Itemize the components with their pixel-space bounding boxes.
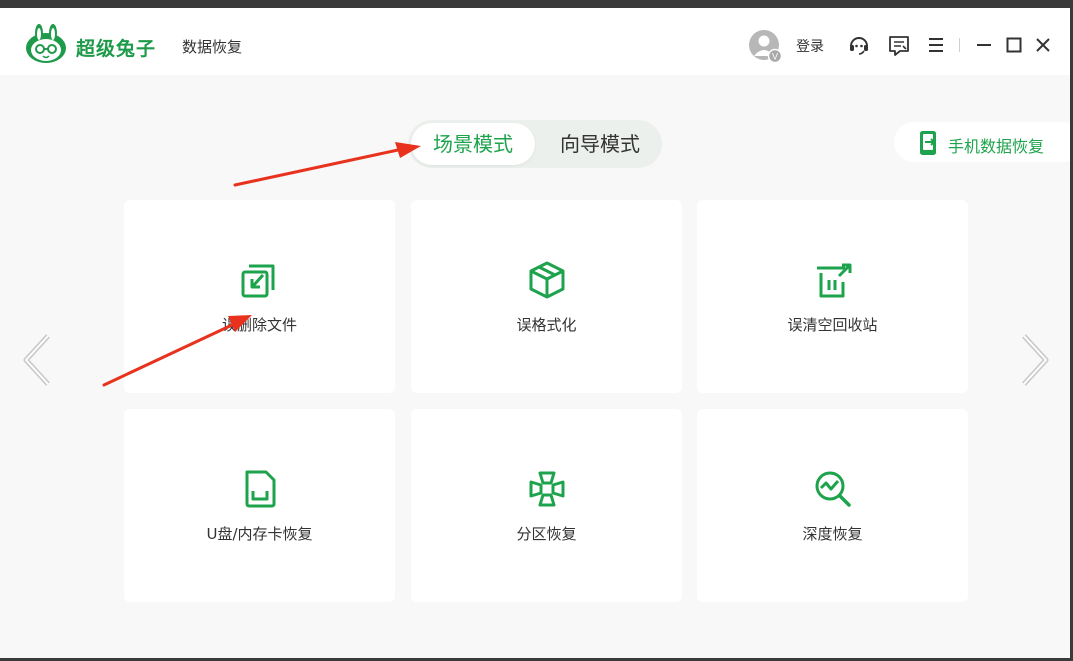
phone-recovery-label: 手机数据恢复 [948,137,1045,156]
format-cube-icon [529,261,565,299]
product-name: 数据恢复 [182,38,243,56]
avatar[interactable]: V [748,29,782,63]
minimize-icon[interactable] [971,32,997,58]
card-recycle-bin[interactable]: 误清空回收站 [697,200,968,393]
titlebar-divider [959,38,960,52]
phone-transfer-icon [920,131,936,155]
brand-name: 超级兔子 [76,38,157,60]
card-label: 分区恢复 [516,525,577,543]
card-label: 深度恢复 [802,525,863,543]
previous-arrow-icon[interactable] [18,330,58,390]
menu-icon[interactable] [923,32,949,58]
deep-scan-icon [815,471,851,507]
maximize-icon[interactable] [1001,32,1027,58]
card-format[interactable]: 误格式化 [411,200,682,393]
mode-switcher: 场景模式 向导模式 [408,120,662,168]
card-label: 误格式化 [516,316,577,334]
rabbit-logo-icon [26,24,66,63]
tab-wizard-mode[interactable]: 向导模式 [540,123,660,165]
deleted-file-recover-icon [241,264,275,298]
tab-scene-mode[interactable]: 场景模式 [411,123,535,165]
recycle-bin-icon [817,263,852,298]
app-window: 超级兔子 数据恢复 V 登录 场景模式 向导模式 手机数据恢复 误删除文件 误格… [0,8,1070,658]
partition-icon [529,471,565,507]
card-usb-sd[interactable]: U盘/内存卡恢复 [124,409,395,602]
next-arrow-icon[interactable] [1014,330,1054,390]
sd-card-icon [245,470,276,508]
card-partition[interactable]: 分区恢复 [411,409,682,602]
login-link[interactable]: 登录 [796,36,824,56]
phone-recovery-button[interactable]: 手机数据恢复 [894,122,1070,162]
feedback-icon[interactable] [886,32,912,58]
card-deep-scan[interactable]: 深度恢复 [697,409,968,602]
close-icon[interactable] [1030,32,1056,58]
titlebar: 超级兔子 数据恢复 V 登录 [0,8,1070,75]
customer-service-icon[interactable] [846,32,872,58]
card-deleted-files[interactable]: 误删除文件 [124,200,395,393]
card-label: U盘/内存卡恢复 [206,525,313,543]
card-label: 误删除文件 [221,316,297,334]
background-strip-top [0,0,1073,8]
avatar-badge: V [772,52,778,62]
card-label: 误清空回收站 [787,316,878,334]
